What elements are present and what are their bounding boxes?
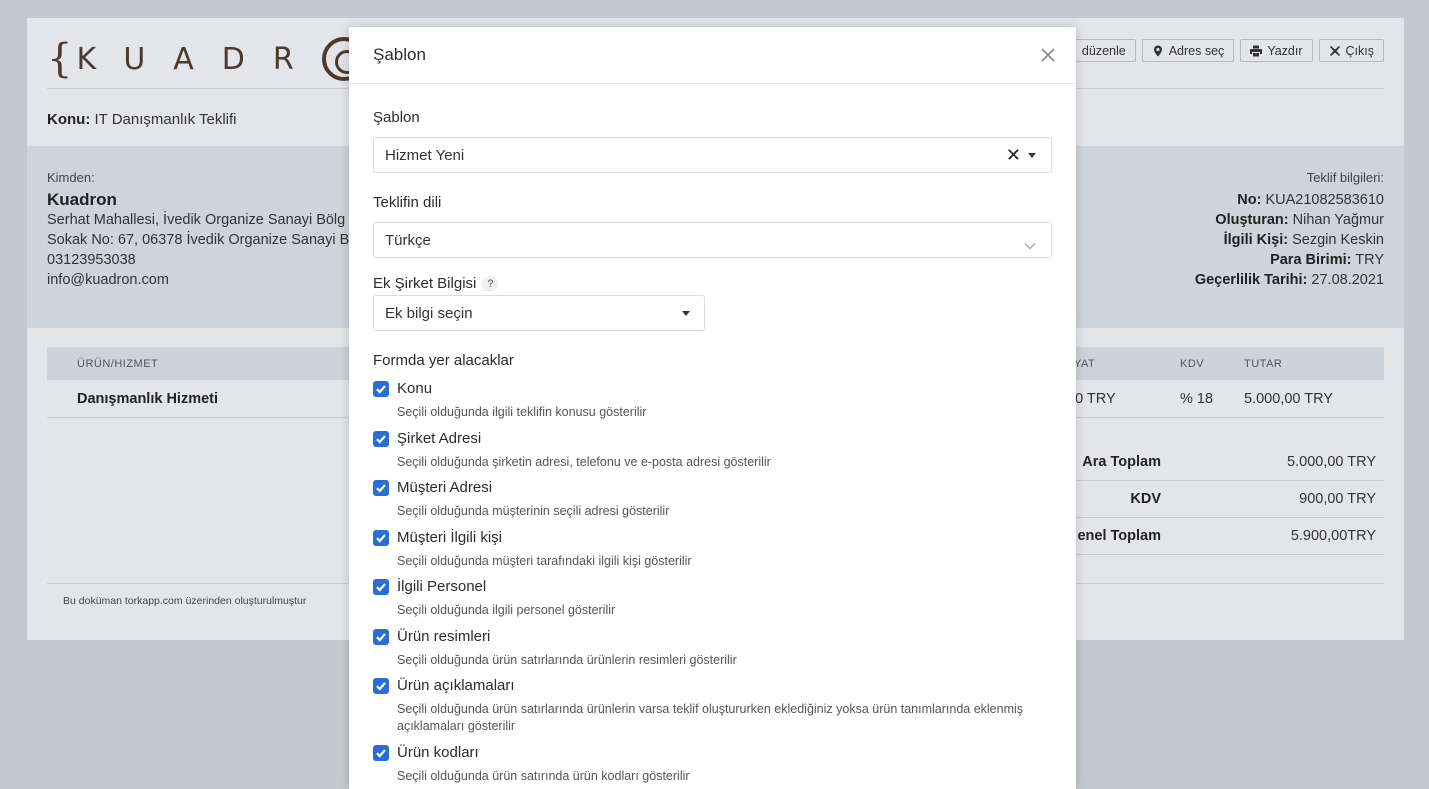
check-icon xyxy=(376,385,386,394)
subtotal-row: Ara Toplam 5.000,00 TRY xyxy=(1047,444,1384,481)
subject-checkbox[interactable] xyxy=(373,381,389,397)
related-staff-checkbox[interactable] xyxy=(373,579,389,595)
customer-contact-checkbox[interactable] xyxy=(373,530,389,546)
clear-selection-icon[interactable]: ✕ xyxy=(1006,146,1021,164)
printer-icon xyxy=(1250,45,1263,56)
template-label: Şablon xyxy=(373,109,420,126)
extra-info-select[interactable]: Ek bilgi seçin xyxy=(373,295,705,331)
sender-block: Kimden: Kuadron Serhat Mahallesi, İvedik… xyxy=(47,170,350,288)
map-pin-icon xyxy=(1153,45,1162,56)
edit-button[interactable]: düzenle xyxy=(1071,39,1136,62)
language-select[interactable]: Türkçe xyxy=(373,222,1052,258)
extra-info-label: Ek Şirket Bilgisi? xyxy=(373,275,499,292)
chevron-down-icon xyxy=(1024,237,1036,250)
caret-down-icon xyxy=(1028,153,1036,158)
product-images-checkbox[interactable] xyxy=(373,629,389,645)
customer-address-checkbox[interactable] xyxy=(373,480,389,496)
select-address-button[interactable]: Adres seç xyxy=(1141,39,1235,62)
help-icon[interactable]: ? xyxy=(482,276,499,292)
footer-note: Bu doküman torkapp.com üzerinden oluştur… xyxy=(63,595,307,607)
template-select[interactable]: Hizmet Yeni ✕ xyxy=(373,137,1052,173)
modal-header: Şablon xyxy=(349,27,1076,84)
check-icon xyxy=(376,749,386,758)
fields-heading: Formda yer alacaklar xyxy=(373,352,514,369)
document-subject: Konu: IT Danışmanlık Teklifi xyxy=(47,111,237,128)
language-label: Teklifin dili xyxy=(373,194,442,211)
check-icon xyxy=(376,435,386,444)
modal-close-button[interactable] xyxy=(1040,47,1056,63)
check-icon xyxy=(376,534,386,543)
check-icon xyxy=(376,484,386,493)
check-icon xyxy=(376,583,386,592)
company-address-checkbox[interactable] xyxy=(373,431,389,447)
offer-info-block: Teklif bilgileri: No: KUA21082583610 Olu… xyxy=(1194,170,1384,288)
close-icon xyxy=(1329,45,1340,56)
check-icon xyxy=(376,682,386,691)
modal-title: Şablon xyxy=(373,45,426,64)
product-descriptions-checkbox[interactable] xyxy=(373,678,389,694)
grand-total-row: enel Toplam 5.900,00TRY xyxy=(1047,518,1384,555)
close-icon xyxy=(1041,48,1055,62)
print-button[interactable]: Yazdır xyxy=(1240,39,1313,62)
check-icon xyxy=(376,633,386,642)
product-codes-checkbox[interactable] xyxy=(373,745,389,761)
vat-total-row: KDV 900,00 TRY xyxy=(1047,481,1384,518)
template-modal: Şablon Şablon Hizmet Yeni ✕ Teklifin dil… xyxy=(349,27,1076,789)
exit-button[interactable]: Çıkış xyxy=(1318,39,1384,62)
caret-down-icon xyxy=(682,311,690,316)
document-toolbar: düzenle Adres seç Yazdır Çıkış xyxy=(1071,39,1384,62)
